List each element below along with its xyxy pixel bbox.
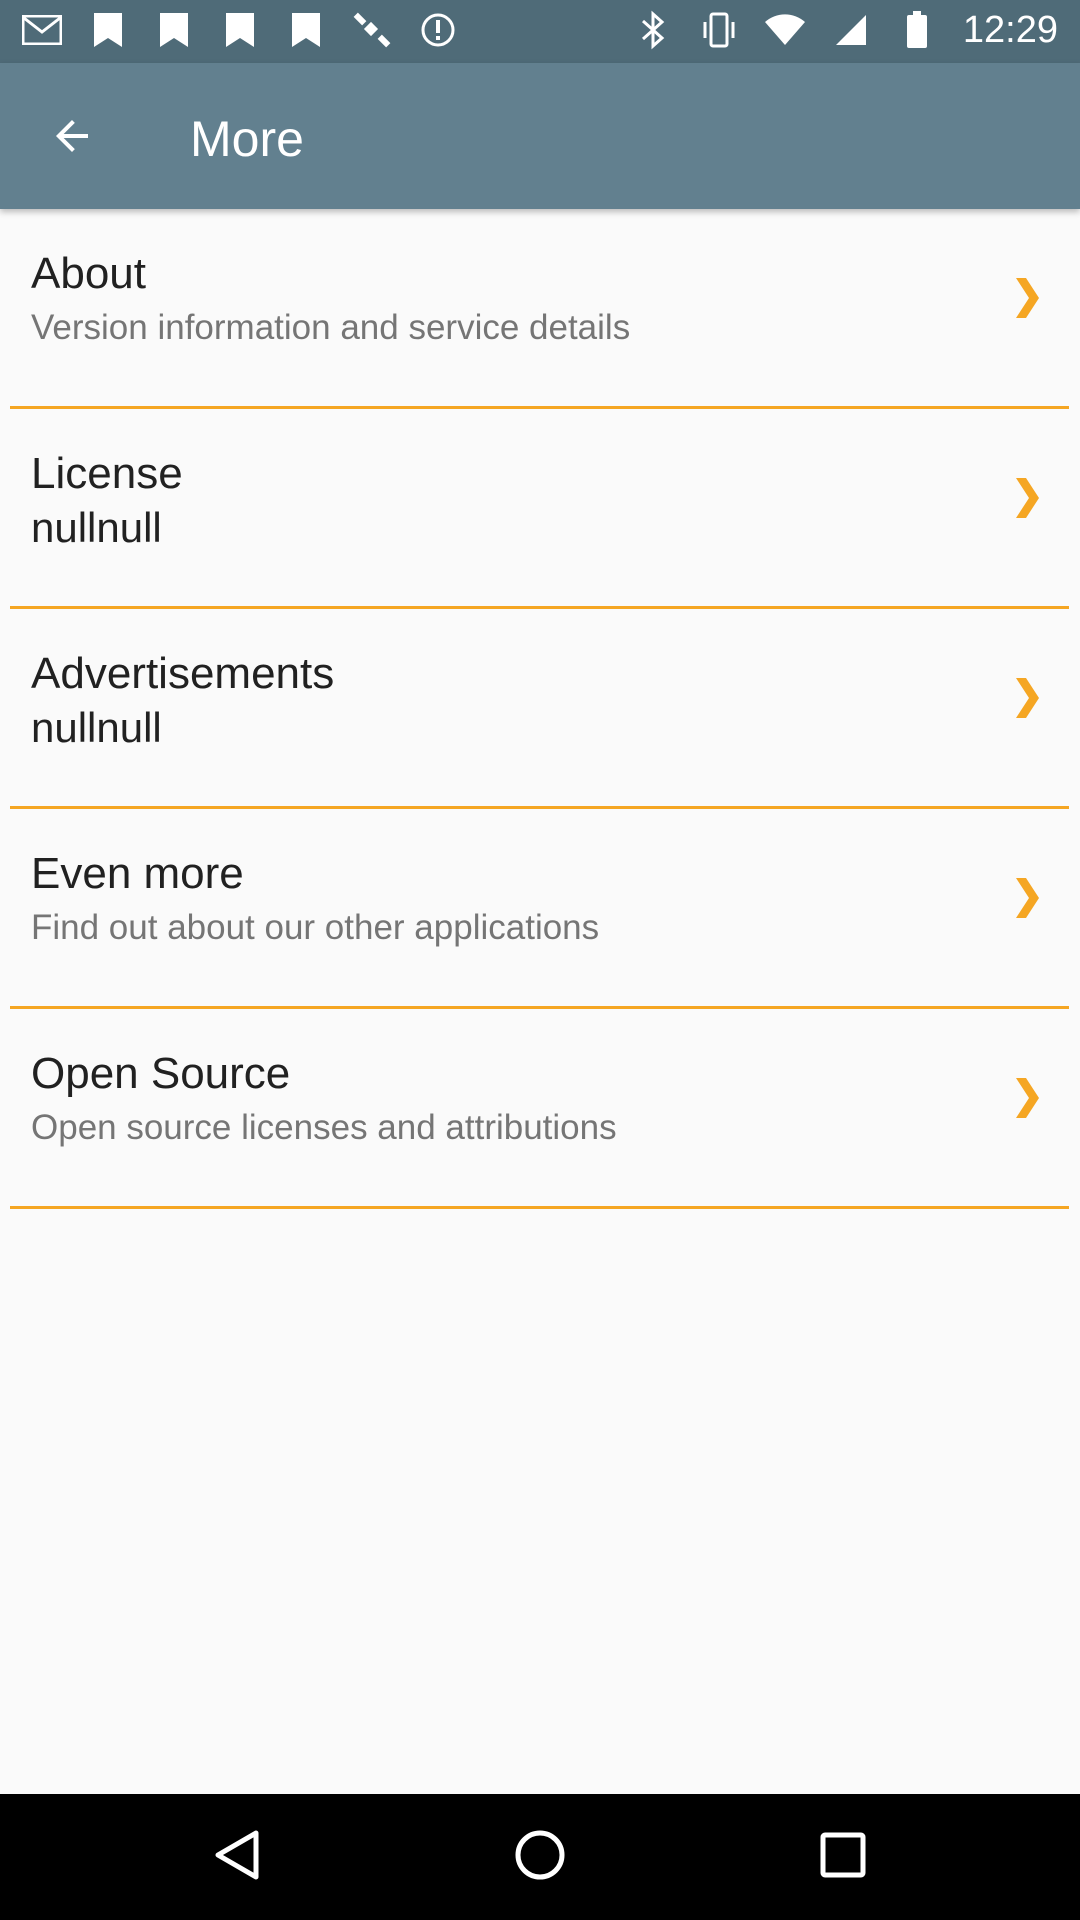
bluetooth-icon: [633, 10, 673, 50]
vibrate-icon: [699, 10, 739, 50]
nav-back-button[interactable]: [204, 1824, 270, 1890]
recents-square-icon: [820, 1832, 866, 1883]
status-right-icons: 12:29: [633, 10, 1058, 50]
chevron-right-icon: [1012, 475, 1042, 521]
back-triangle-icon: [214, 1829, 260, 1886]
nav-home-button[interactable]: [507, 1824, 573, 1890]
box-icon: [286, 10, 326, 50]
home-circle-icon: [514, 1829, 566, 1886]
arrow-back-icon: [48, 112, 96, 165]
list-item-title: Open Source: [31, 1049, 291, 1098]
divider: [10, 1206, 1069, 1209]
status-time: 12:29: [962, 9, 1058, 51]
page-title: More: [190, 111, 304, 167]
list-item-subtitle: nullnull: [31, 704, 162, 751]
chevron-right-icon: [1012, 875, 1042, 921]
back-button[interactable]: [30, 96, 114, 180]
app-bar: More: [0, 63, 1080, 209]
chevron-right-icon: [1012, 1075, 1042, 1121]
list-item-open-source[interactable]: Open Source Open source licenses and att…: [0, 1009, 1080, 1209]
status-left-icons: [22, 10, 458, 50]
chevron-right-icon: [1012, 275, 1042, 321]
list-item-license[interactable]: License nullnull: [0, 409, 1080, 609]
list-item-even-more[interactable]: Even more Find out about our other appli…: [0, 809, 1080, 1009]
list-item-about[interactable]: About Version information and service de…: [0, 209, 1080, 409]
signal-icon: [831, 10, 871, 50]
list-item-title: Advertisements: [31, 649, 335, 698]
box-icon: [88, 10, 128, 50]
list-item-subtitle: nullnull: [31, 504, 162, 551]
wifi-icon: [764, 10, 805, 50]
chevron-right-icon: [1012, 675, 1042, 721]
list-item-subtitle: Open source licenses and attributions: [31, 1108, 617, 1147]
settings-list: About Version information and service de…: [0, 209, 1080, 1209]
alert-icon: [418, 10, 458, 50]
list-item-title: License: [31, 449, 183, 498]
battery-icon: [897, 10, 937, 50]
list-item-subtitle: Find out about our other applications: [31, 908, 600, 947]
status-bar: 12:29: [0, 0, 1080, 63]
list-item-title: About: [31, 249, 146, 298]
list-item-subtitle: Version information and service details: [31, 308, 631, 347]
gmail-icon: [22, 10, 62, 50]
nav-recents-button[interactable]: [810, 1824, 876, 1890]
list-item-advertisements[interactable]: Advertisements nullnull: [0, 609, 1080, 809]
box-icon: [154, 10, 194, 50]
box-icon: [220, 10, 260, 50]
list-item-title: Even more: [31, 849, 244, 898]
navigation-bar: [0, 1794, 1080, 1920]
satellite-icon: [352, 10, 392, 50]
